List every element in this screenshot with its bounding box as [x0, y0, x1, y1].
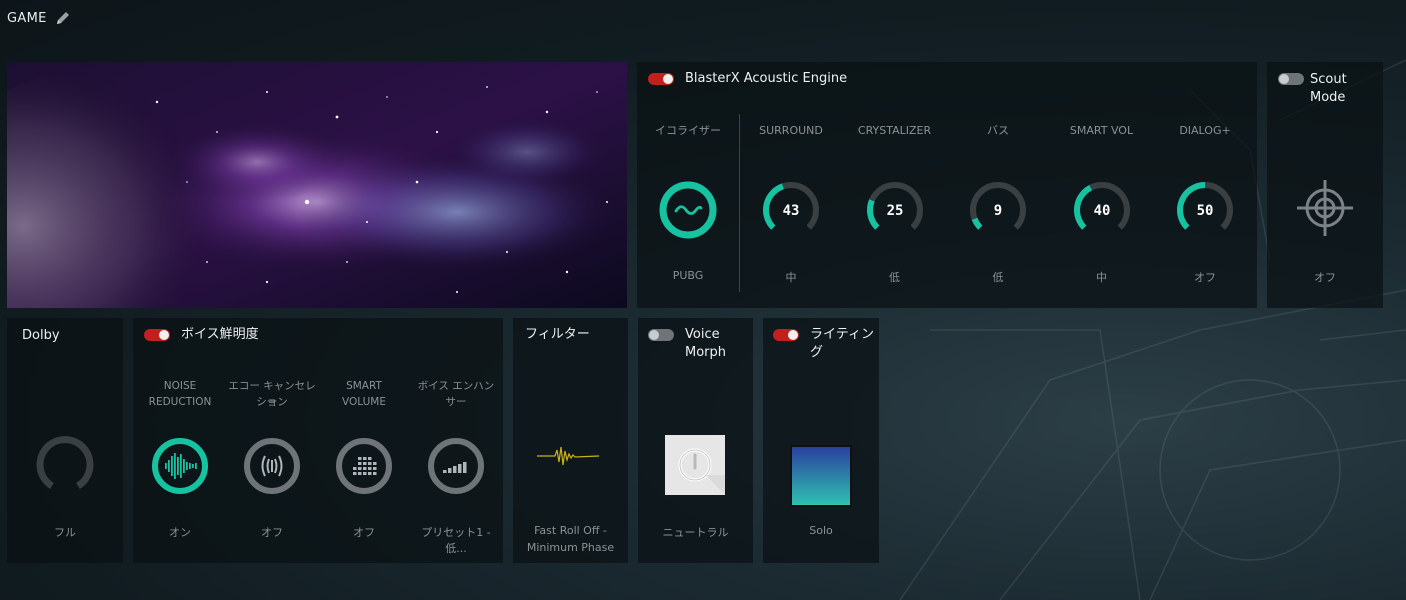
knob-4[interactable]: 50 [1173, 178, 1237, 242]
filter-title: フィルター [525, 327, 590, 342]
scout-mode-title-line1: Scout [1310, 72, 1347, 87]
filter-value-line1: Fast Roll Off - [534, 524, 607, 537]
voice-item-label-0-2: REDUCTION [148, 396, 212, 408]
smart-volume-icon[interactable] [334, 436, 394, 496]
scout-mode-panel: Scout Mode オフ [1267, 62, 1383, 308]
lighting-title-line1: ライティン [810, 327, 874, 342]
voice-item-value-2: オフ [353, 526, 375, 539]
voice-item-label-2-1: SMART [346, 380, 382, 392]
dolby-title: Dolby [22, 328, 60, 343]
knob-label-0: SURROUND [759, 124, 823, 137]
knob-number: 40 [1093, 203, 1110, 219]
knob-label-3: SMART VOL [1069, 124, 1134, 137]
power-icon[interactable] [665, 435, 725, 495]
voice-clarity-panel: ボイス鮮明度 NOISE REDUCTION オン エコー キャンセレー ション オフ SM… [133, 318, 503, 563]
knob-label-1: CRYSTALIZER [857, 124, 932, 137]
knob-value-2: 低 [992, 271, 1004, 284]
equalizer-divider [739, 114, 740, 292]
knob-number: 43 [783, 203, 800, 219]
voice-morph-panel: Voice Morph ニュートラル [638, 318, 753, 563]
acoustic-engine-title: BlasterX Acoustic Engine [685, 71, 848, 86]
voice-item-label-0-1: NOISE [163, 380, 197, 392]
color-swatch-icon[interactable] [790, 445, 852, 507]
knob-number: 50 [1197, 203, 1214, 219]
voice-enhancer-icon[interactable] [426, 436, 486, 496]
knob-fill [866, 199, 880, 230]
lighting-value: Solo [809, 524, 833, 537]
voice-morph-value: ニュートラル [662, 526, 729, 539]
voice-item-label-3-1: ボイス エンハン [417, 380, 495, 392]
pencil-icon[interactable] [55, 10, 71, 26]
voice-morph-title-line2: Morph [685, 345, 727, 360]
waveform-icon[interactable] [535, 444, 601, 468]
dolby-value: フル [54, 526, 76, 539]
voice-item-value-1: オフ [261, 526, 283, 539]
knob-1[interactable]: 25 [863, 178, 927, 242]
filter-panel: フィルター Fast Roll Off - Minimum Phase [513, 318, 628, 563]
preset-header: GAME [7, 10, 71, 26]
knob-number: 25 [886, 203, 903, 219]
acoustic-engine-panel: BlasterX Acoustic Engine イコライザー PUBG SUR… [637, 62, 1257, 308]
knob-value-4: オフ [1194, 271, 1216, 284]
profile-title: GAME [7, 10, 47, 26]
knob-value-3: 中 [1096, 271, 1107, 284]
voice-morph-toggle[interactable] [648, 329, 674, 341]
filter-value-line2: Minimum Phase [526, 541, 615, 554]
scout-mode-toggle[interactable] [1278, 73, 1304, 85]
knob-value-1: 低 [889, 271, 900, 284]
knob-fill [1073, 185, 1092, 230]
knob-3[interactable]: 40 [1070, 178, 1134, 242]
dolby-panel: Dolby フル [7, 318, 123, 563]
voice-clarity-toggle[interactable] [144, 329, 170, 341]
knob-label-2: バス [987, 124, 1009, 137]
scout-mode-title-line2: Mode [1310, 90, 1346, 105]
galaxy-artwork [7, 62, 627, 308]
wave-icon[interactable] [658, 180, 718, 240]
scout-mode-value: オフ [1314, 271, 1336, 284]
acoustic-engine-toggle[interactable] [648, 73, 674, 85]
dolby-ring-icon[interactable] [34, 435, 96, 497]
equalizer-label: イコライザー [655, 124, 721, 137]
knob-0[interactable]: 43 [759, 178, 823, 242]
voice-item-label-1-2: ション [256, 396, 288, 408]
knob-label-4: DIALOG+ [1179, 124, 1231, 137]
voice-item-value-0: オン [169, 526, 191, 539]
echo-cancellation-icon[interactable] [242, 436, 302, 496]
knob-fill [971, 217, 983, 230]
voice-morph-title-line1: Voice [685, 327, 720, 342]
knob-fill [763, 183, 785, 230]
crosshair-icon[interactable] [1295, 178, 1355, 238]
profile-image[interactable] [7, 62, 627, 308]
knob-2[interactable]: 9 [966, 178, 1030, 242]
lighting-panel: ライティン グ Solo [763, 318, 879, 563]
noise-reduction-icon[interactable] [150, 436, 210, 496]
voice-item-label-2-2: VOLUME [342, 396, 386, 408]
knob-value-0: 中 [785, 271, 797, 284]
knob-number: 9 [994, 203, 1002, 219]
lighting-title-line2: グ [810, 345, 824, 360]
equalizer-preset[interactable]: PUBG [643, 269, 733, 282]
lighting-toggle[interactable] [773, 329, 799, 341]
voice-item-label-3-2: サー [445, 396, 467, 408]
voice-clarity-title: ボイス鮮明度 [181, 327, 259, 342]
voice-item-value-3: プリセット1 - 低... [421, 526, 491, 555]
